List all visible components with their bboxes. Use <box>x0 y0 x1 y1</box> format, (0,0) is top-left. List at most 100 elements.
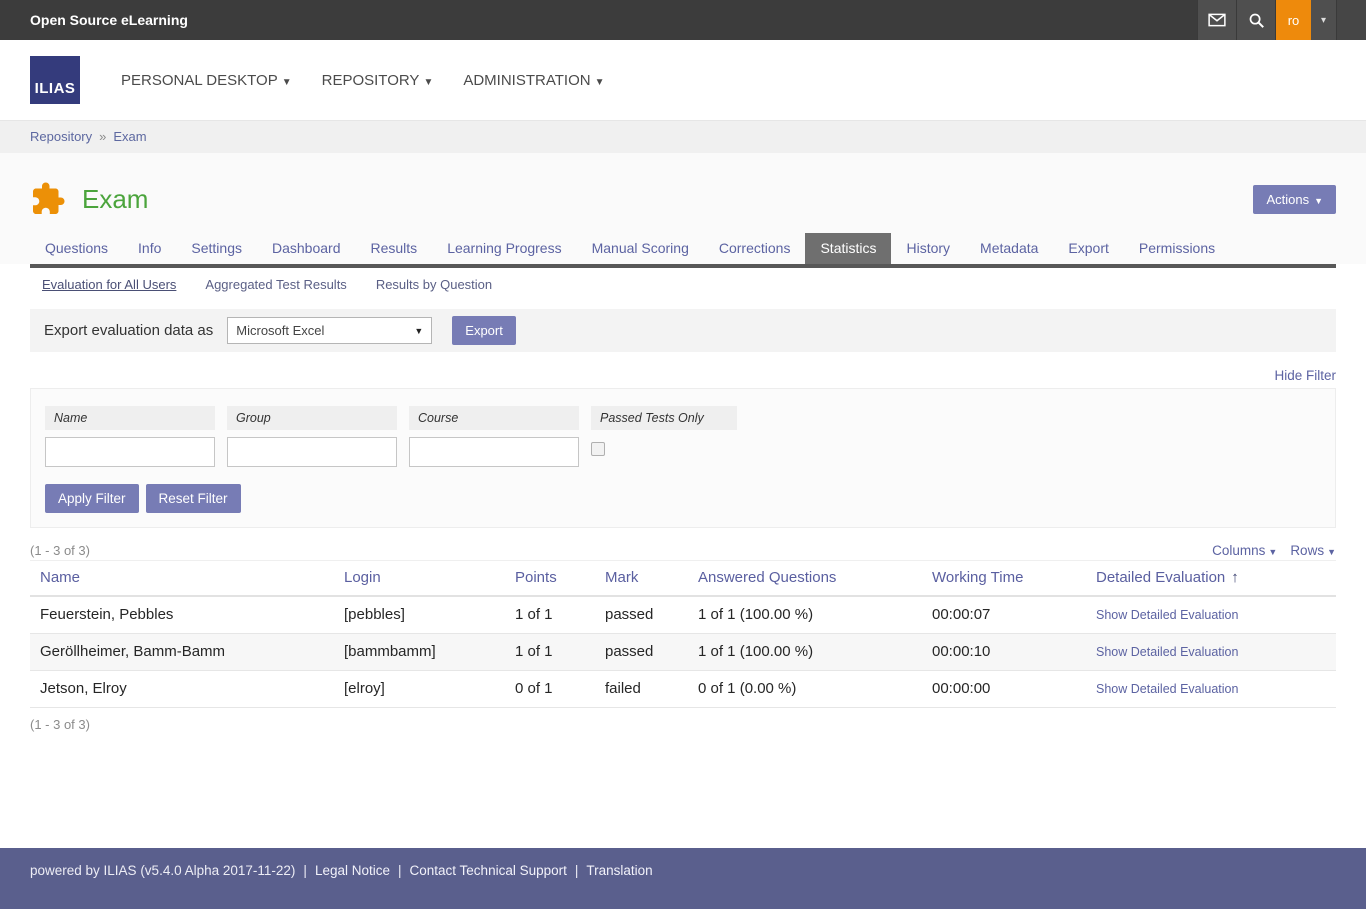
filter-field-course: Course <box>409 406 579 467</box>
column-header-detailed-evaluation[interactable]: Detailed Evaluation↑ <box>1086 561 1336 597</box>
footer-link-contact-technical-support[interactable]: Contact Technical Support <box>410 863 567 878</box>
cell-login: [bammbamm] <box>334 634 505 671</box>
chevron-down-icon: ▼ <box>1327 547 1336 557</box>
chevron-down-icon: ▾ <box>1321 15 1326 26</box>
column-header-login[interactable]: Login <box>334 561 505 597</box>
filter-label-course: Course <box>409 406 579 430</box>
mail-button[interactable] <box>1197 0 1236 40</box>
footer: powered by ILIAS (v5.4.0 Alpha 2017-11-2… <box>0 848 1366 909</box>
footer-link-translation[interactable]: Translation <box>586 863 652 878</box>
chevron-down-icon: ▼ <box>595 77 605 88</box>
filter-panel: Name Group Course Passed Tests Only Apply F… <box>30 388 1336 528</box>
table-row: Geröllheimer, Bamm-Bamm[bammbamm]1 of 1p… <box>30 634 1336 671</box>
tab-history[interactable]: History <box>891 233 965 264</box>
filter-course-input[interactable] <box>409 437 579 467</box>
column-header-answered-questions[interactable]: Answered Questions <box>688 561 922 597</box>
export-bar: Export evaluation data as Microsoft Exce… <box>30 309 1336 352</box>
page-title: Exam <box>82 184 148 215</box>
column-header-name[interactable]: Name <box>30 561 334 597</box>
tab-corrections[interactable]: Corrections <box>704 233 806 264</box>
export-format-value: Microsoft Excel <box>236 323 324 338</box>
footer-link-legal-notice[interactable]: Legal Notice <box>315 863 390 878</box>
chevron-down-icon: ▼ <box>1314 196 1323 206</box>
tab-manual-scoring[interactable]: Manual Scoring <box>577 233 704 264</box>
filter-label-name: Name <box>45 406 215 430</box>
cell-mark: failed <box>595 671 688 708</box>
menu-item-repository[interactable]: REPOSITORY▼ <box>322 72 434 89</box>
tab-metadata[interactable]: Metadata <box>965 233 1053 264</box>
cell-points: 0 of 1 <box>505 671 595 708</box>
tab-dashboard[interactable]: Dashboard <box>257 233 356 264</box>
chevron-down-icon: ▼ <box>414 326 423 336</box>
cell-name: Feuerstein, Pebbles <box>30 596 334 634</box>
breadcrumb-item-exam[interactable]: Exam <box>113 129 146 144</box>
table-row: Jetson, Elroy[elroy]0 of 1failed0 of 1 (… <box>30 671 1336 708</box>
export-button[interactable]: Export <box>452 316 516 345</box>
cell-working-time: 00:00:00 <box>922 671 1086 708</box>
show-detailed-evaluation-link[interactable]: Show Detailed Evaluation <box>1096 608 1238 622</box>
subtab-aggregated-test-results[interactable]: Aggregated Test Results <box>205 277 346 292</box>
breadcrumb-item-repository[interactable]: Repository <box>30 129 92 144</box>
column-header-points[interactable]: Points <box>505 561 595 597</box>
subtab-results-by-question[interactable]: Results by Question <box>376 277 492 292</box>
tab-questions[interactable]: Questions <box>30 233 123 264</box>
title-band: Exam Actions▼ QuestionsInfoSettingsDashb… <box>0 153 1366 264</box>
show-detailed-evaluation-link[interactable]: Show Detailed Evaluation <box>1096 645 1238 659</box>
main-menu: PERSONAL DESKTOP▼ REPOSITORY▼ ADMINISTRATI… <box>106 72 619 89</box>
cell-answered-questions: 1 of 1 (100.00 %) <box>688 596 922 634</box>
cell-detailed-evaluation: Show Detailed Evaluation <box>1086 671 1336 708</box>
footer-powered-by: powered by ILIAS (v5.4.0 Alpha 2017-11-2… <box>30 863 295 878</box>
column-header-mark[interactable]: Mark <box>595 561 688 597</box>
exam-puzzle-icon <box>30 181 66 217</box>
cell-working-time: 00:00:10 <box>922 634 1086 671</box>
cell-name: Geröllheimer, Bamm-Bamm <box>30 634 334 671</box>
filter-field-passed-tests-only: Passed Tests Only <box>591 406 737 467</box>
column-header-working-time[interactable]: Working Time <box>922 561 1086 597</box>
cell-answered-questions: 1 of 1 (100.00 %) <box>688 634 922 671</box>
sort-ascending-icon: ↑ <box>1231 569 1239 586</box>
ilias-logo[interactable]: ILIAS <box>30 56 80 104</box>
filter-group-input[interactable] <box>227 437 397 467</box>
search-button[interactable] <box>1236 0 1275 40</box>
topbar-actions: ro ▾ <box>1197 0 1366 40</box>
cell-detailed-evaluation: Show Detailed Evaluation <box>1086 634 1336 671</box>
subtab-evaluation-for-all-users[interactable]: Evaluation for All Users <box>42 277 176 292</box>
cell-name: Jetson, Elroy <box>30 671 334 708</box>
breadcrumb: Repository»Exam <box>0 120 1366 153</box>
tab-settings[interactable]: Settings <box>176 233 257 264</box>
tab-info[interactable]: Info <box>123 233 176 264</box>
export-format-select[interactable]: Microsoft Excel ▼ <box>227 317 432 344</box>
topbar: Open Source eLearning ro ▾ <box>0 0 1366 40</box>
tab-export[interactable]: Export <box>1053 233 1123 264</box>
tab-statistics[interactable]: Statistics <box>805 233 891 264</box>
cell-answered-questions: 0 of 1 (0.00 %) <box>688 671 922 708</box>
tab-permissions[interactable]: Permissions <box>1124 233 1230 264</box>
rows-dropdown[interactable]: Rows▼ <box>1290 543 1336 558</box>
filter-name-input[interactable] <box>45 437 215 467</box>
hide-filter-link[interactable]: Hide Filter <box>1274 368 1336 383</box>
actions-button[interactable]: Actions▼ <box>1253 185 1336 214</box>
filter-field-name: Name <box>45 406 215 467</box>
page: Open Source eLearning ro ▾ ILIAS <box>0 0 1366 909</box>
chevron-down-icon: ▼ <box>282 77 292 88</box>
columns-dropdown[interactable]: Columns▼ <box>1212 543 1277 558</box>
tab-results[interactable]: Results <box>356 233 433 264</box>
export-label: Export evaluation data as <box>44 322 213 339</box>
menu-item-personal-desktop[interactable]: PERSONAL DESKTOP▼ <box>121 72 292 89</box>
apply-filter-button[interactable]: Apply Filter <box>45 484 139 513</box>
pagination-bottom: (1 - 3 of 3) <box>30 717 1336 732</box>
user-menu-button[interactable]: ▾ <box>1311 0 1336 40</box>
cell-login: [elroy] <box>334 671 505 708</box>
filter-field-group: Group <box>227 406 397 467</box>
show-detailed-evaluation-link[interactable]: Show Detailed Evaluation <box>1096 682 1238 696</box>
user-avatar[interactable]: ro <box>1275 0 1311 40</box>
footer-separator: | <box>575 863 579 878</box>
passed-tests-only-checkbox[interactable] <box>591 442 605 456</box>
chevron-down-icon: ▼ <box>1268 547 1277 557</box>
reset-filter-button[interactable]: Reset Filter <box>146 484 241 513</box>
tab-learning-progress[interactable]: Learning Progress <box>432 233 576 264</box>
menu-item-administration[interactable]: ADMINISTRATION▼ <box>463 72 604 89</box>
filter-label-passed-tests-only: Passed Tests Only <box>591 406 737 430</box>
filter-label-group: Group <box>227 406 397 430</box>
app-title: Open Source eLearning <box>0 0 1197 40</box>
